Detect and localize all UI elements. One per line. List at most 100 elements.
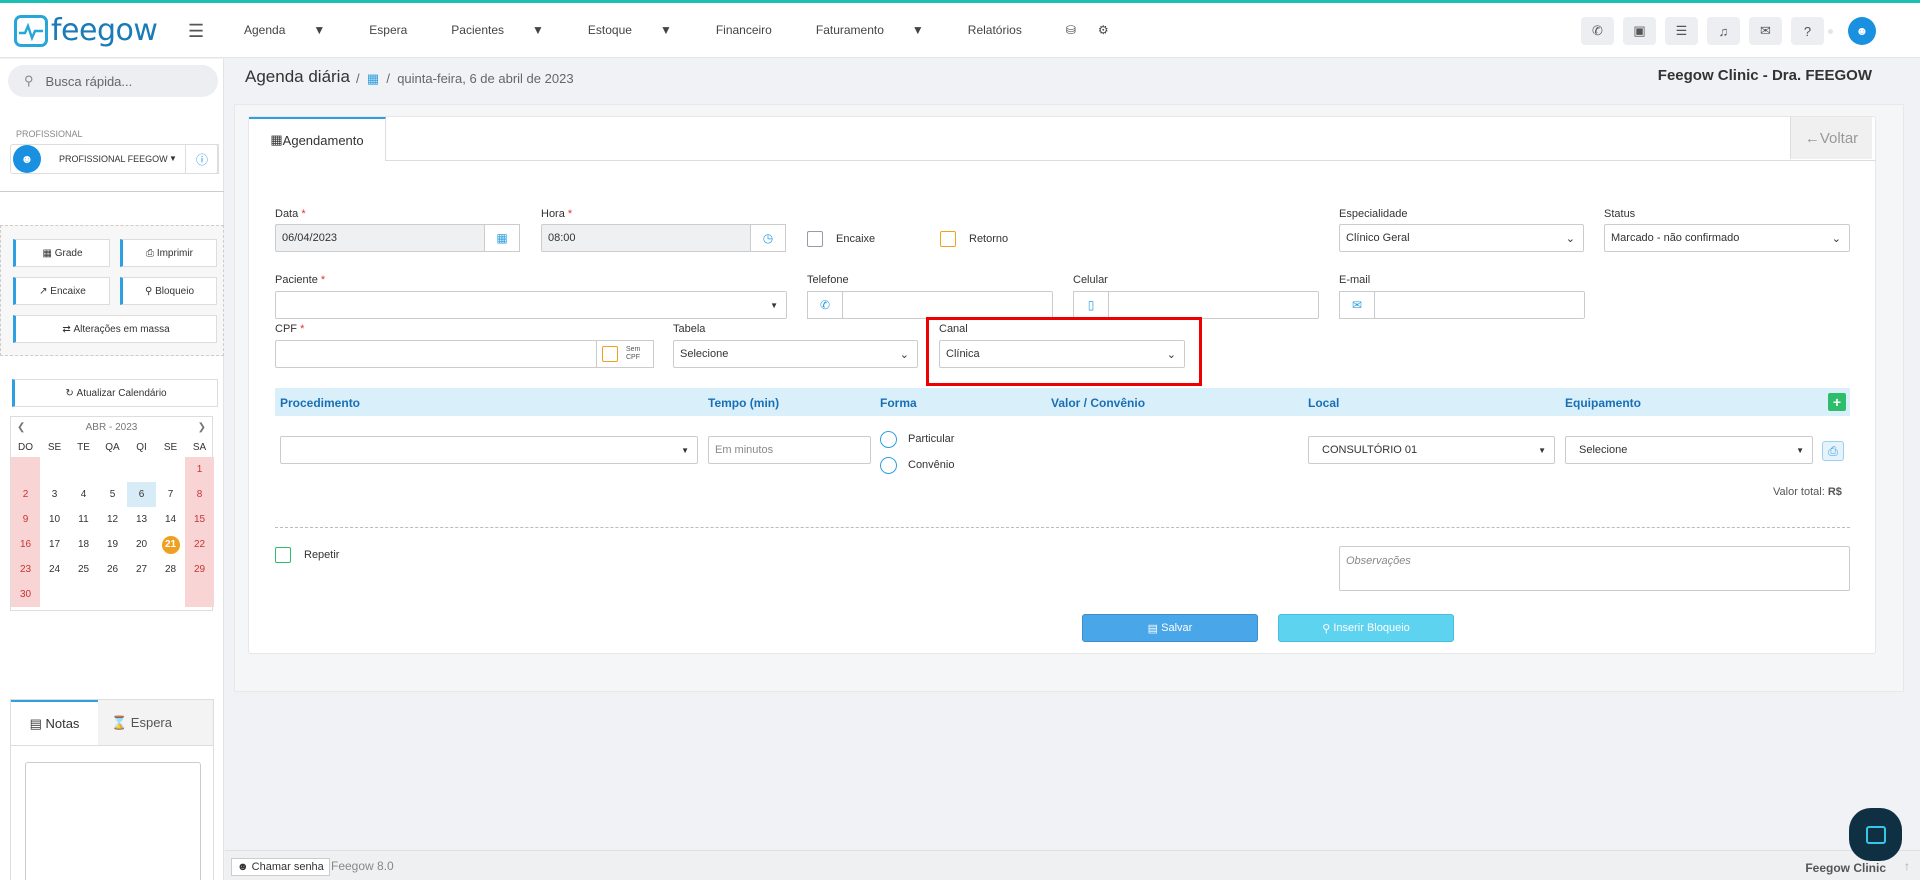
calendar-day[interactable]: 16 xyxy=(11,532,40,557)
local-select[interactable]: CONSULTÓRIO 01 ▼ xyxy=(1308,436,1555,464)
user-avatar-icon[interactable]: ☻ xyxy=(1848,17,1876,45)
encaixe-checkbox[interactable] xyxy=(807,231,823,247)
nav-relatorios[interactable]: Relatórios xyxy=(968,23,1044,37)
repetir-checkbox[interactable] xyxy=(275,547,291,563)
paciente-select[interactable]: ▼ xyxy=(275,291,787,319)
settings-gear-icon[interactable]: ⚙ xyxy=(1098,23,1109,37)
mobile-icon: ▯ xyxy=(1073,291,1109,319)
calendar-day[interactable]: 13 xyxy=(127,507,156,532)
chat-widget-button[interactable] xyxy=(1849,808,1902,861)
calendar-day[interactable]: 5 xyxy=(98,482,127,507)
calendar-day[interactable]: 19 xyxy=(98,532,127,557)
profissional-select[interactable]: ☻ PROFISSIONAL FEEGOW ▼ ⓘ xyxy=(10,144,219,174)
tabela-select[interactable]: Selecione ⌄ xyxy=(673,340,918,368)
help-icon[interactable]: ? xyxy=(1791,17,1824,45)
calendar-picker-icon[interactable]: ▦ xyxy=(484,224,520,252)
tab-espera[interactable]: ⌛ Espera xyxy=(98,700,185,745)
data-input[interactable]: 06/04/2023 xyxy=(275,224,485,252)
hamburger-menu-icon[interactable]: ☰ xyxy=(188,21,204,42)
especialidade-select[interactable]: Clínico Geral ⌄ xyxy=(1339,224,1584,252)
grade-button[interactable]: ▦ Grade xyxy=(13,239,110,267)
checklist-icon[interactable]: ☰ xyxy=(1665,17,1698,45)
calendar-day[interactable]: 18 xyxy=(69,532,98,557)
alteracoes-em-massa-button[interactable]: ⇄ Alterações em massa xyxy=(13,315,217,343)
particular-radio[interactable] xyxy=(880,431,897,448)
bloqueio-button[interactable]: ⚲ Bloqueio xyxy=(120,277,217,305)
feegow-logo[interactable]: feegow xyxy=(14,13,158,48)
inbox-icon[interactable]: ▣ xyxy=(1623,17,1656,45)
calendar-day[interactable]: 17 xyxy=(40,532,69,557)
calendar-day[interactable]: 26 xyxy=(98,557,127,582)
arrow-up-icon[interactable]: ↑ xyxy=(1904,859,1910,873)
quick-search-input[interactable]: ⚲ Busca rápida... xyxy=(8,65,218,97)
calendar-day[interactable]: 4 xyxy=(69,482,98,507)
bell-icon[interactable]: ♫ xyxy=(1707,17,1740,45)
notes-textarea[interactable] xyxy=(25,762,201,880)
sem-cpf-checkbox[interactable] xyxy=(602,346,618,362)
calendar-day[interactable]: 14 xyxy=(156,507,185,532)
database-icon[interactable]: ⛁ xyxy=(1066,23,1076,37)
calendar-day[interactable]: 29 xyxy=(185,557,214,582)
atualizar-calendario-button[interactable]: ↻ Atualizar Calendário xyxy=(12,379,218,407)
calendar-day[interactable]: 7 xyxy=(156,482,185,507)
tab-notas[interactable]: ▤ Notas xyxy=(11,700,98,745)
calendar-day[interactable]: 22 xyxy=(185,532,214,557)
calendar-month: ABR - 2023 xyxy=(85,421,138,433)
calendar-day[interactable]: 9 xyxy=(11,507,40,532)
chamar-senha-button[interactable]: ☻ Chamar senha xyxy=(231,858,330,876)
calendar-day[interactable]: 8 xyxy=(185,482,214,507)
calendar-day[interactable]: 27 xyxy=(127,557,156,582)
calendar-day[interactable]: 30 xyxy=(11,582,40,607)
tempo-input[interactable]: Em minutos xyxy=(708,436,871,464)
telefone-input[interactable] xyxy=(842,291,1053,319)
nav-espera[interactable]: Espera xyxy=(369,23,429,37)
calendar-day[interactable]: 20 xyxy=(127,532,156,557)
calendar-day[interactable]: 25 xyxy=(69,557,98,582)
salvar-button[interactable]: ▤ Salvar xyxy=(1082,614,1258,642)
nav-faturamento[interactable]: Faturamento ▼ xyxy=(816,23,946,37)
equipamento-select[interactable]: Selecione ▼ xyxy=(1565,436,1813,464)
convenio-radio[interactable] xyxy=(880,457,897,474)
nav-pacientes[interactable]: Pacientes ▼ xyxy=(451,23,566,37)
sem-cpf-toggle[interactable]: Sem CPF xyxy=(596,340,654,368)
nav-financeiro[interactable]: Financeiro xyxy=(716,23,794,37)
imprimir-button[interactable]: ⎙ Imprimir xyxy=(120,239,217,267)
hora-input[interactable]: 08:00 xyxy=(541,224,751,252)
tab-agendamento[interactable]: ▦ Agendamento xyxy=(249,117,386,161)
calendar-day[interactable]: 24 xyxy=(40,557,69,582)
info-icon[interactable]: ⓘ xyxy=(185,144,219,174)
nav-agenda[interactable]: Agenda ▼ xyxy=(244,23,347,37)
chevron-right-icon[interactable]: ❯ xyxy=(198,422,206,433)
calendar-day[interactable]: 10 xyxy=(40,507,69,532)
calendar-day[interactable]: 6 xyxy=(127,482,156,507)
page-title: Agenda diária xyxy=(245,67,350,86)
status-select[interactable]: Marcado - não confirmado ⌄ xyxy=(1604,224,1850,252)
add-procedure-button[interactable]: + xyxy=(1828,393,1846,411)
print-procedure-icon[interactable]: ⎙ xyxy=(1822,441,1844,461)
email-input[interactable] xyxy=(1374,291,1585,319)
nav-estoque[interactable]: Estoque ▼ xyxy=(588,23,694,37)
clock-icon[interactable]: ◷ xyxy=(750,224,786,252)
cpf-input[interactable] xyxy=(275,340,597,368)
calendar-day[interactable]: 15 xyxy=(185,507,214,532)
calendar-day[interactable]: 11 xyxy=(69,507,98,532)
calendar-day[interactable]: 3 xyxy=(40,482,69,507)
calendar-day[interactable]: 1 xyxy=(185,457,214,482)
calendar-day[interactable]: 12 xyxy=(98,507,127,532)
observacoes-textarea[interactable]: Observações xyxy=(1339,546,1850,591)
celular-input[interactable] xyxy=(1108,291,1319,319)
chevron-left-icon[interactable]: ❮ xyxy=(17,422,25,433)
procedimento-select[interactable]: ▼ xyxy=(280,436,698,464)
voltar-button[interactable]: ← Voltar xyxy=(1790,117,1872,159)
inserir-bloqueio-button[interactable]: ⚲ Inserir Bloqueio xyxy=(1278,614,1454,642)
calendar-day[interactable]: 23 xyxy=(11,557,40,582)
calendar-day[interactable]: 28 xyxy=(156,557,185,582)
calendar-empty xyxy=(127,582,156,607)
phone-icon[interactable]: ✆ xyxy=(1581,17,1614,45)
encaixe-button[interactable]: ↗ Encaixe xyxy=(13,277,110,305)
calendar-day[interactable]: 2 xyxy=(11,482,40,507)
retorno-checkbox[interactable] xyxy=(940,231,956,247)
calendar-day[interactable]: 21 xyxy=(156,532,185,557)
printer-icon: ⎙ xyxy=(146,247,157,259)
chat-icon[interactable]: ✉ xyxy=(1749,17,1782,45)
